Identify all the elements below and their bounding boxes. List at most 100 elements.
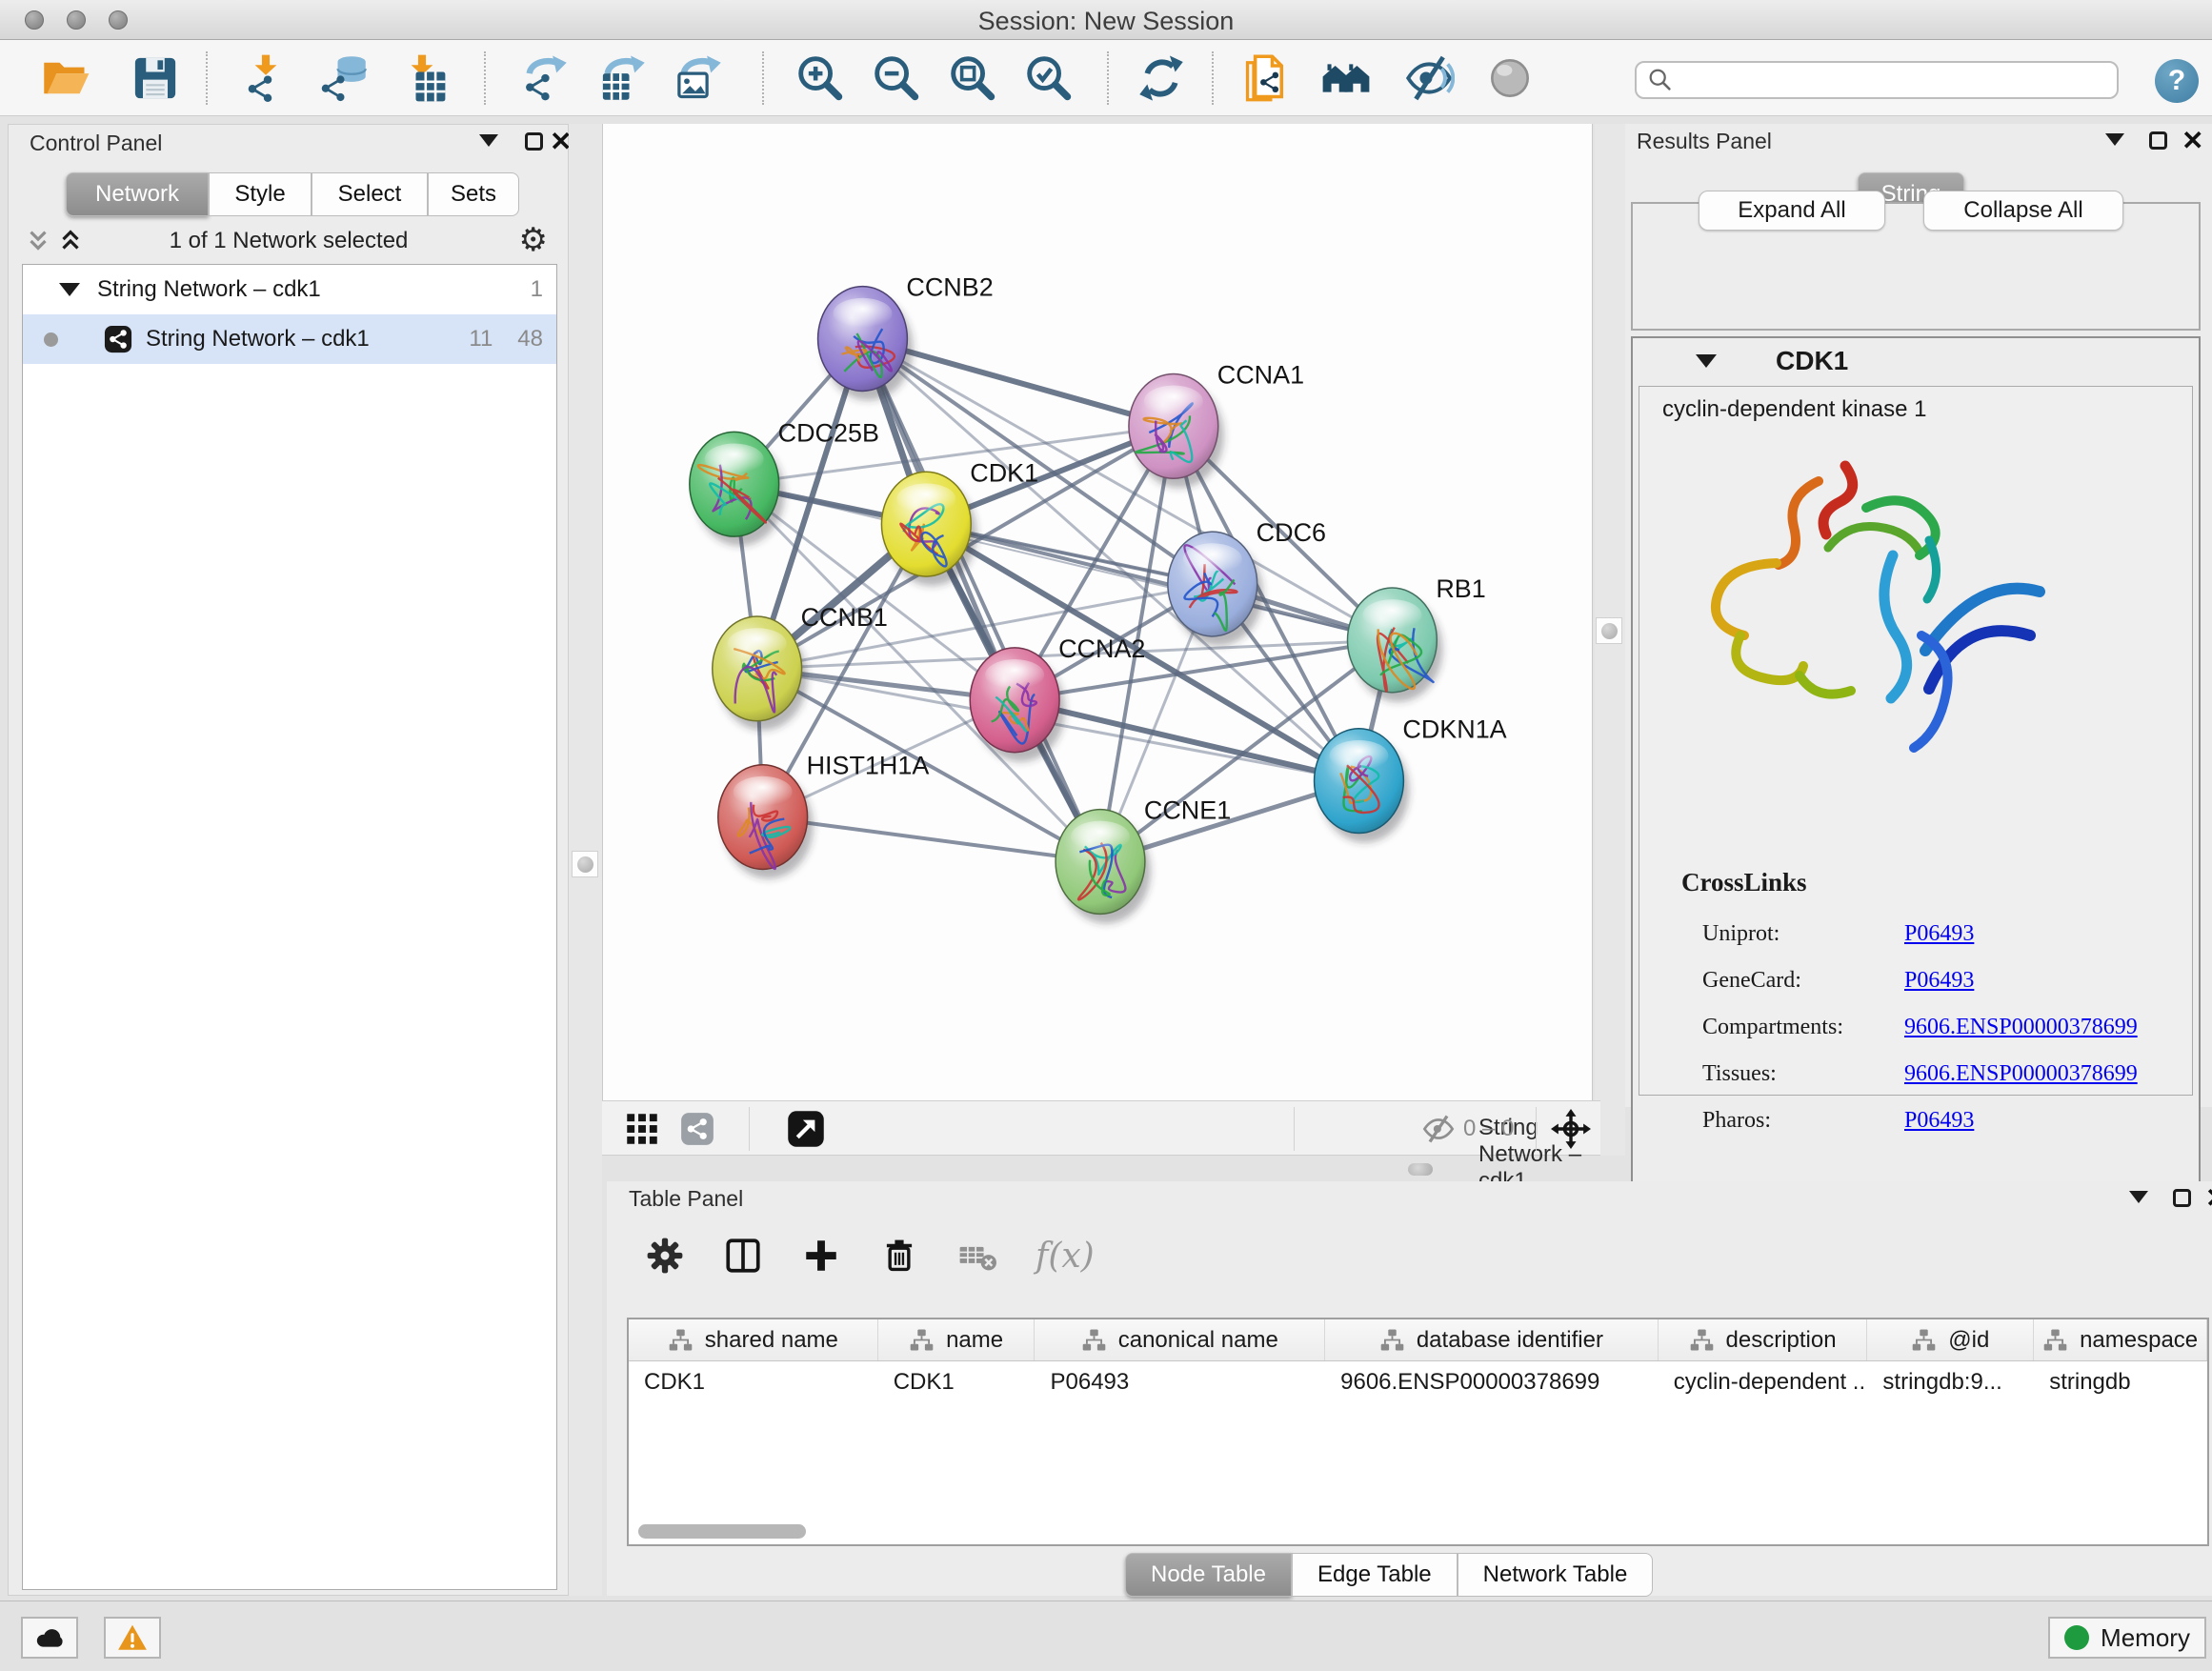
column-header-name[interactable]: name — [878, 1319, 1036, 1360]
column-label: description — [1726, 1327, 1837, 1354]
import-table-button[interactable] — [394, 50, 450, 106]
table-options-gear-icon[interactable] — [645, 1236, 685, 1276]
crosslink-value: P06493 — [1904, 968, 1974, 994]
help-button[interactable]: ? — [2155, 59, 2199, 103]
gene-description: cyclin-dependent kinase 1 — [1662, 396, 1927, 423]
table-toolbar: f(x) — [645, 1227, 1095, 1284]
collapse-all-button[interactable]: Collapse All — [1923, 191, 2123, 231]
panel-collapse-icon[interactable] — [479, 134, 498, 147]
node-HIST1H1A[interactable]: HIST1H1A — [718, 752, 930, 879]
home-icon — [1321, 53, 1371, 103]
network-graph: CCNB2 CCNA1 CDC25B CDK1 CDC6 RB1 CCNB1 C… — [603, 124, 1592, 1100]
open-folder-button[interactable] — [38, 50, 93, 106]
zoom-out-button[interactable] — [869, 50, 924, 106]
delete-column-trash-icon[interactable] — [879, 1236, 919, 1276]
network-row[interactable]: String Network – cdk1 11 48 — [23, 314, 556, 364]
tab-network-table[interactable]: Network Table — [1458, 1553, 1654, 1597]
right-splitter[interactable] — [1595, 124, 1625, 1156]
crosslink-label: Pharos: — [1702, 1108, 1904, 1134]
panel-close-icon[interactable]: ✕ — [2205, 1185, 2212, 1212]
refresh-button[interactable] — [1134, 50, 1189, 106]
left-splitter-handle[interactable] — [572, 851, 598, 877]
network-options-gear-icon[interactable]: ⚙ — [519, 224, 548, 256]
export-table-button[interactable] — [595, 50, 651, 106]
node-count: 11 — [469, 326, 493, 352]
tab-sets[interactable]: Sets — [428, 172, 519, 216]
node-CDKN1A[interactable]: CDKN1A — [1315, 715, 1507, 843]
open-in-window-icon[interactable] — [787, 1110, 825, 1148]
toolbar-separator — [1536, 1107, 1537, 1151]
export-network-button[interactable] — [517, 50, 573, 106]
cytoscape-window: Session: New Session ? Control Panel ✕ N… — [0, 0, 2212, 1671]
node-RB1[interactable]: RB1 — [1347, 574, 1485, 702]
right-splitter-handle[interactable] — [1596, 617, 1622, 644]
node-CDK1[interactable]: CDK1 — [881, 458, 1038, 586]
panel-float-icon[interactable] — [2173, 1189, 2191, 1207]
home-button[interactable] — [1318, 50, 1374, 106]
node-label-CDK1: CDK1 — [970, 458, 1038, 487]
network-share-icon[interactable] — [680, 1112, 714, 1146]
birdseye-grid-icon[interactable] — [625, 1112, 659, 1146]
import-database-button[interactable] — [316, 50, 372, 106]
tab-select[interactable]: Select — [312, 172, 428, 216]
column-header-namespace[interactable]: namespace — [2034, 1319, 2207, 1360]
panel-close-icon[interactable]: ✕ — [2182, 128, 2203, 154]
save-button[interactable] — [128, 50, 183, 106]
crosslink-link[interactable]: 9606.ENSP00000378699 — [1904, 1061, 2138, 1086]
search-icon — [1646, 66, 1675, 94]
network-view-dot-icon — [44, 332, 58, 347]
entry-expand-icon[interactable] — [1696, 354, 1717, 368]
column-header-sharedname[interactable]: shared name — [629, 1319, 878, 1360]
control-panel-tabs: NetworkStyleSelectSets — [66, 172, 519, 216]
expand-all-button[interactable]: Expand All — [1699, 191, 1885, 231]
node-CDC25B[interactable]: CDC25B — [690, 418, 879, 546]
horizontal-splitter-handle[interactable] — [1408, 1163, 1433, 1176]
column-header-id[interactable]: @id — [1867, 1319, 2034, 1360]
crosslink-link[interactable]: 9606.ENSP00000378699 — [1904, 1015, 2138, 1039]
share-document-button[interactable] — [1238, 50, 1294, 106]
split-table-icon[interactable] — [723, 1236, 763, 1276]
panel-float-icon[interactable] — [525, 132, 543, 151]
memory-button[interactable]: Memory — [2048, 1617, 2206, 1659]
zoom-selected-button[interactable] — [1021, 50, 1076, 106]
cloud-status-button[interactable] — [21, 1617, 78, 1659]
panel-float-icon[interactable] — [2149, 131, 2167, 150]
column-header-description[interactable]: description — [1659, 1319, 1868, 1360]
tab-style[interactable]: Style — [209, 172, 312, 216]
node-CCNB1[interactable]: CCNB1 — [713, 603, 888, 731]
crosslink-row: Uniprot:P06493 — [1681, 911, 2138, 957]
hide-visuals-icon — [1405, 53, 1455, 103]
column-header-canonicalname[interactable]: canonical name — [1035, 1319, 1325, 1360]
crosslink-link[interactable]: P06493 — [1904, 921, 1974, 946]
hide-visuals-button[interactable] — [1402, 50, 1458, 106]
node-CDC6[interactable]: CDC6 — [1168, 518, 1326, 646]
zoom-in-button[interactable] — [793, 50, 848, 106]
tab-node-table[interactable]: Node Table — [1125, 1553, 1292, 1597]
node-CCNB2[interactable]: CCNB2 — [818, 273, 994, 401]
network-collection-row[interactable]: String Network – cdk1 1 — [23, 265, 556, 314]
tab-network[interactable]: Network — [66, 172, 209, 216]
panel-collapse-icon[interactable] — [2105, 133, 2124, 146]
crosslink-link[interactable]: P06493 — [1904, 1108, 1974, 1133]
add-column-icon[interactable] — [801, 1236, 841, 1276]
left-splitter[interactable] — [569, 124, 602, 1596]
search-input[interactable] — [1675, 65, 2117, 95]
node-label-CCNA1: CCNA1 — [1217, 360, 1304, 389]
tab-edge-table[interactable]: Edge Table — [1292, 1553, 1458, 1597]
fit-content-crosshair-icon[interactable] — [1551, 1109, 1591, 1149]
tree-expand-icon[interactable] — [59, 283, 80, 296]
network-canvas[interactable]: CCNB2 CCNA1 CDC25B CDK1 CDC6 RB1 CCNB1 C… — [602, 124, 1593, 1100]
warnings-button[interactable] — [104, 1617, 161, 1659]
network-collection-label: String Network – cdk1 — [97, 276, 321, 303]
export-image-button[interactable] — [672, 50, 727, 106]
panel-collapse-icon[interactable] — [2129, 1191, 2148, 1203]
node-CCNE1[interactable]: CCNE1 — [1056, 796, 1231, 924]
import-network-button[interactable] — [238, 50, 293, 106]
column-header-databaseidentifier[interactable]: database identifier — [1325, 1319, 1659, 1360]
zoom-fit-button[interactable] — [945, 50, 1000, 106]
table-row[interactable]: CDK1CDK1P064939606.ENSP00000378699cyclin… — [629, 1361, 2207, 1403]
results-entry-header[interactable]: CDK1 — [1633, 338, 2199, 384]
crosslink-link[interactable]: P06493 — [1904, 968, 1974, 993]
show-visuals-button[interactable] — [1482, 50, 1538, 106]
horizontal-scrollbar-thumb[interactable] — [638, 1524, 806, 1539]
